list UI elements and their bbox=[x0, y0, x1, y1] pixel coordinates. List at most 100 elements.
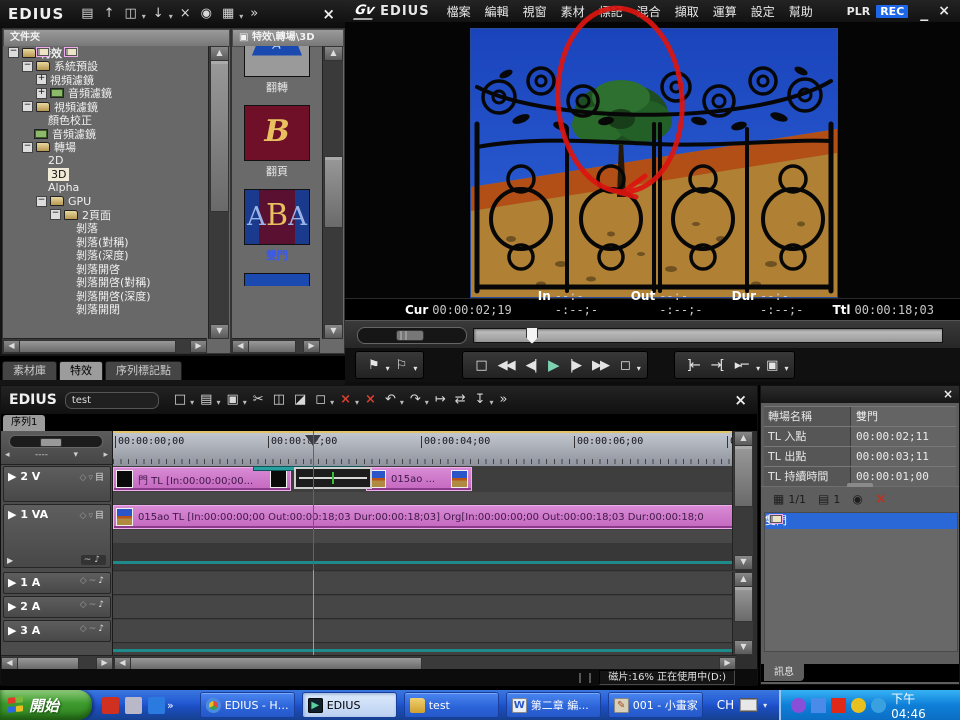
goto-out-icon[interactable]: →[ bbox=[705, 358, 729, 373]
bin-close-icon[interactable]: × bbox=[312, 5, 345, 23]
cut-icon[interactable]: ✂ bbox=[250, 391, 267, 409]
zoom-dropdown-icon[interactable]: ▾ bbox=[73, 450, 78, 460]
dropdown-arrow-icon[interactable]: ▾ bbox=[169, 12, 173, 21]
up-level-icon[interactable]: ↑ bbox=[101, 5, 118, 23]
shuttle-knob[interactable] bbox=[396, 330, 424, 341]
redo-icon[interactable]: ↷ bbox=[407, 391, 424, 409]
timeline-ruler[interactable]: 00:00:00;0000:00:02;0000:00:04;0000:00:0… bbox=[113, 431, 736, 467]
rewind-icon[interactable]: ◀◀ bbox=[492, 358, 520, 373]
loop-dropdown-icon[interactable]: ▾ bbox=[635, 364, 641, 373]
thumbs-vertical-scrollbar[interactable]: ▲ ▼ bbox=[322, 46, 343, 339]
task-button-paint[interactable]: ✎001 - 小畫家 bbox=[608, 692, 703, 718]
video-visibility-icon[interactable]: 目 bbox=[95, 473, 106, 483]
scroll-thumb[interactable] bbox=[19, 340, 176, 353]
scroll-thumb[interactable] bbox=[324, 156, 343, 228]
menu-素材[interactable]: 素材 bbox=[554, 3, 592, 20]
effect-thumbnail[interactable]: ABA雙門 bbox=[241, 189, 313, 263]
track-header-2a[interactable]: ▶ 2 A◇~♪ bbox=[3, 596, 111, 618]
add-transition-icon[interactable]: ⇄ bbox=[452, 391, 469, 409]
add-to-timeline-icon[interactable]: ↦ bbox=[432, 391, 449, 409]
start-button[interactable]: 開始 bbox=[0, 690, 92, 720]
scroll-up-icon[interactable]: ▲ bbox=[734, 431, 753, 446]
tree-item[interactable]: 顏色校正 bbox=[3, 114, 208, 128]
track-header-3a[interactable]: ▶ 3 A◇~♪ bbox=[3, 620, 111, 642]
track-expand-icon[interactable]: ▶ bbox=[8, 624, 20, 637]
menu-設定[interactable]: 設定 bbox=[744, 3, 782, 20]
lock-icon[interactable]: ◇ bbox=[80, 624, 89, 634]
bin-titlebar[interactable]: EDIUS ▤↑◫▾↓▾×◉▦▾» × bbox=[0, 0, 345, 28]
expand-icon[interactable]: + bbox=[36, 74, 47, 85]
scroll-down-icon[interactable]: ▼ bbox=[734, 640, 753, 655]
sequence-name-input[interactable] bbox=[65, 392, 159, 409]
bin-tab-素材庫[interactable]: 素材庫 bbox=[2, 361, 57, 380]
dropdown-arrow-icon[interactable]: ▾ bbox=[190, 398, 194, 407]
expand-icon[interactable]: + bbox=[36, 88, 47, 99]
tree-item[interactable]: 音頻濾鏡 bbox=[3, 127, 208, 141]
dropdown-arrow-icon[interactable]: ▾ bbox=[330, 398, 334, 407]
scroll-down-icon[interactable]: ▼ bbox=[210, 324, 229, 339]
video-clip-015ao-v2[interactable]: 015ao ... bbox=[366, 467, 472, 491]
quick-launch-more-icon[interactable]: » bbox=[167, 699, 174, 712]
bin-tab-特效[interactable]: 特效 bbox=[59, 361, 103, 380]
menu-編輯[interactable]: 編輯 bbox=[478, 3, 516, 20]
more-icon[interactable]: » bbox=[497, 391, 511, 409]
scroll-thumb[interactable] bbox=[248, 340, 296, 353]
scroll-down-icon[interactable]: ▼ bbox=[324, 324, 343, 339]
collapse-icon[interactable]: − bbox=[22, 61, 33, 72]
bin-tab-序列標記點[interactable]: 序列標記點 bbox=[105, 361, 182, 380]
track-3a-row[interactable] bbox=[113, 620, 736, 643]
timeline-titlebar[interactable]: EDIUS □▾▤▾▣▾✂◫◪◻▾×▾×↶▾↷▾↦⇄↧▾» × bbox=[1, 386, 757, 414]
dropdown-arrow-icon[interactable]: ▾ bbox=[243, 398, 247, 407]
tree-item[interactable]: 剝落開閉 bbox=[3, 303, 208, 317]
track-header-1a[interactable]: ▶ 1 A◇~♪ bbox=[3, 572, 111, 594]
track-2v-row[interactable]: 門 TL [In:00:00:00;00... 015ao ... bbox=[113, 466, 736, 493]
close-icon[interactable]: × bbox=[934, 3, 960, 19]
menu-擷取[interactable]: 擷取 bbox=[668, 3, 706, 20]
ripple-delete-icon[interactable]: × bbox=[362, 391, 379, 409]
effect-thumbnail[interactable]: B翻頁 bbox=[241, 105, 313, 179]
applied-effect-item[interactable]: 雙門 bbox=[765, 513, 957, 529]
track-expand-icon[interactable]: ▶ bbox=[8, 508, 16, 521]
task-button-chrome[interactable]: EDIUS - HD... bbox=[200, 692, 295, 718]
set-in-mark-icon[interactable]: ⚑ bbox=[362, 358, 384, 373]
tree-item[interactable]: −系統預設 bbox=[3, 60, 208, 74]
scroll-up-icon[interactable]: ▲ bbox=[210, 46, 229, 61]
goto-in-icon[interactable]: ]← bbox=[681, 358, 705, 373]
quick-launch-app-icon[interactable] bbox=[125, 697, 142, 714]
tree-item[interactable]: 3D bbox=[3, 168, 208, 182]
timeline-zoom-slider[interactable] bbox=[9, 435, 103, 448]
collapse-icon[interactable]: − bbox=[22, 142, 33, 153]
dropdown-arrow-icon[interactable]: ▾ bbox=[425, 398, 429, 407]
copy-icon[interactable]: ◫ bbox=[270, 391, 288, 409]
scroll-left-icon[interactable]: ◀ bbox=[232, 340, 249, 353]
waveform-icon[interactable]: ~ bbox=[89, 600, 99, 610]
duplicate-icon[interactable]: ◫ bbox=[121, 5, 139, 23]
menu-視窗[interactable]: 視窗 bbox=[516, 3, 554, 20]
waveform-icon[interactable]: ~ bbox=[84, 555, 95, 565]
collapse-icon[interactable]: − bbox=[22, 101, 33, 112]
dropdown-arrow-icon[interactable]: ▾ bbox=[400, 398, 404, 407]
divider-handle[interactable] bbox=[847, 483, 873, 487]
play-around-cursor-icon[interactable]: ▸⌐ bbox=[729, 358, 754, 373]
video-clip-015ao-1va[interactable]: 015ao TL [In:00:00:00;00 Out:00:00:18;03… bbox=[113, 505, 736, 529]
recorder-mode-button[interactable]: REC bbox=[876, 5, 908, 18]
speaker-icon[interactable]: ♪ bbox=[94, 555, 103, 565]
speaker-icon[interactable]: ♪ bbox=[98, 600, 106, 610]
seek-position-marker[interactable] bbox=[526, 327, 538, 344]
loop-play-icon[interactable]: ◻ bbox=[614, 358, 635, 373]
scroll-up-icon[interactable]: ▲ bbox=[324, 46, 343, 61]
marker-icon[interactable]: ◻ bbox=[312, 391, 329, 409]
delete-icon[interactable]: × bbox=[177, 5, 194, 23]
dropdown-arrow-icon[interactable]: ▾ bbox=[355, 398, 359, 407]
undo-icon[interactable]: ↶ bbox=[382, 391, 399, 409]
speaker-icon[interactable]: ♪ bbox=[98, 624, 106, 634]
save-icon[interactable]: ▣ bbox=[223, 391, 241, 409]
collapse-icon[interactable]: − bbox=[36, 196, 47, 207]
paste-icon[interactable]: ◪ bbox=[291, 391, 309, 409]
quick-launch-ie-icon[interactable] bbox=[148, 697, 165, 714]
scroll-thumb[interactable] bbox=[210, 60, 229, 212]
render-icon[interactable]: ↧ bbox=[472, 391, 489, 409]
scroll-right-icon[interactable]: ▶ bbox=[190, 340, 207, 353]
task-button-word[interactable]: W第二章 編... bbox=[506, 692, 601, 718]
scroll-up-icon[interactable]: ▲ bbox=[734, 572, 753, 587]
